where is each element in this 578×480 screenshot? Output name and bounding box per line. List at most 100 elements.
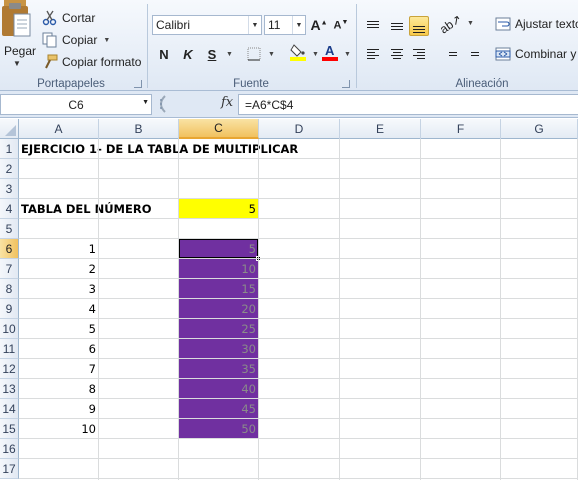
row-header-14[interactable]: 14: [0, 399, 19, 419]
chevron-down-icon[interactable]: ▼: [268, 51, 275, 58]
chevron-down-icon[interactable]: ▼: [226, 51, 233, 58]
row-header-11[interactable]: 11: [0, 339, 19, 359]
row-header-17[interactable]: 17: [0, 459, 19, 479]
column-header-e[interactable]: E: [340, 119, 421, 139]
resize-handle-icon[interactable]: [155, 94, 169, 114]
row-header-8[interactable]: 8: [0, 279, 19, 299]
format-painter-button[interactable]: Copiar formato: [42, 52, 141, 72]
align-center-icon: [391, 49, 403, 59]
spreadsheet-grid[interactable]: ABCDEFG 1 2 3 4 5 6 7 8 9 10 11 12 13 14 15 16 17 EJERCI…: [0, 119, 578, 480]
dialog-launcher-icon[interactable]: [342, 80, 350, 88]
chevron-down-icon[interactable]: ▼: [13, 59, 21, 68]
select-all-button[interactable]: [0, 119, 19, 139]
dialog-launcher-icon[interactable]: [134, 80, 142, 88]
gridline: [420, 139, 421, 480]
cell-a10[interactable]: 5: [19, 319, 98, 338]
ribbon: Pegar ▼ Cortar Copiar ▼ Copiar formato P…: [0, 0, 578, 91]
cell-c15[interactable]: 50: [179, 419, 258, 439]
column-header-c[interactable]: C: [179, 119, 259, 139]
gridline: [19, 378, 578, 379]
cell-c9[interactable]: 20: [179, 299, 258, 319]
merge-center-button[interactable]: Combinar y c: [495, 44, 578, 64]
cell-a6[interactable]: 1: [19, 239, 98, 258]
cell-c11[interactable]: 30: [179, 339, 258, 359]
chevron-down-icon[interactable]: ▼: [142, 99, 149, 106]
row-header-7[interactable]: 7: [0, 259, 19, 279]
font-color-button[interactable]: A: [320, 42, 340, 62]
row-header-15[interactable]: 15: [0, 419, 19, 439]
chevron-down-icon[interactable]: ▼: [103, 37, 110, 44]
name-box[interactable]: C6 ▼: [0, 94, 152, 115]
orientation-button[interactable]: ab↗: [437, 12, 464, 37]
row-header-4[interactable]: 4: [0, 199, 19, 219]
underline-button[interactable]: S: [202, 44, 222, 64]
increase-indent-icon: [467, 49, 479, 59]
chevron-down-icon[interactable]: ▼: [312, 51, 319, 58]
alignment-group-label: Alineación: [455, 78, 509, 90]
row-header-6[interactable]: 6: [0, 239, 19, 259]
row-header-3[interactable]: 3: [0, 179, 19, 199]
chevron-down-icon[interactable]: ▼: [292, 16, 305, 34]
cell-a15[interactable]: 10: [19, 419, 98, 438]
align-center-button[interactable]: [387, 44, 407, 64]
cell-c6[interactable]: 5: [179, 239, 258, 259]
cell-c8[interactable]: 15: [179, 279, 258, 299]
cell-c7[interactable]: 10: [179, 259, 258, 279]
cell-a8[interactable]: 3: [19, 279, 98, 298]
borders-button[interactable]: [244, 44, 264, 64]
cut-button[interactable]: Cortar: [42, 8, 95, 28]
row-header-13[interactable]: 13: [0, 379, 19, 399]
scissors-icon: [42, 10, 57, 26]
row-header-16[interactable]: 16: [0, 439, 19, 459]
fill-color-button[interactable]: [288, 42, 308, 62]
column-header-b[interactable]: B: [99, 119, 179, 139]
cell-c13[interactable]: 40: [179, 379, 258, 399]
shrink-font-button[interactable]: A▼: [331, 15, 351, 35]
cell-c10[interactable]: 25: [179, 319, 258, 339]
row-header-12[interactable]: 12: [0, 359, 19, 379]
align-left-button[interactable]: [363, 44, 383, 64]
row-header-9[interactable]: 9: [0, 299, 19, 319]
cell-a4-label[interactable]: TABLA DEL NÚMERO: [19, 199, 153, 218]
paste-button[interactable]: Pegar ▼: [0, 0, 36, 72]
align-right-button[interactable]: [409, 44, 429, 64]
chevron-down-icon[interactable]: ▼: [467, 20, 474, 27]
wrap-text-button[interactable]: Ajustar texto: [495, 14, 578, 34]
font-name-select[interactable]: Calibri ▼: [152, 15, 262, 35]
align-top-button[interactable]: [363, 14, 383, 34]
cell-a14[interactable]: 9: [19, 399, 98, 418]
cell-a11[interactable]: 6: [19, 339, 98, 358]
cell-a7[interactable]: 2: [19, 259, 98, 278]
cell-c14[interactable]: 45: [179, 399, 258, 419]
chevron-down-icon[interactable]: ▼: [248, 16, 261, 34]
align-bottom-button[interactable]: [409, 16, 429, 36]
cell-a12[interactable]: 7: [19, 359, 98, 378]
italic-button[interactable]: K: [178, 44, 198, 64]
insert-function-button[interactable]: fx: [221, 95, 233, 110]
merge-cells-icon: [495, 47, 511, 61]
grow-font-button[interactable]: A▲: [309, 15, 329, 35]
row-header-5[interactable]: 5: [0, 219, 19, 239]
bold-button[interactable]: N: [154, 44, 174, 64]
gridline: [19, 338, 578, 339]
cell-c4-number[interactable]: 5: [179, 199, 258, 218]
gridline: [178, 139, 179, 480]
gridline: [500, 139, 501, 480]
cell-a13[interactable]: 8: [19, 379, 98, 398]
column-header-d[interactable]: D: [259, 119, 340, 139]
row-header-2[interactable]: 2: [0, 159, 19, 179]
row-header-10[interactable]: 10: [0, 319, 19, 339]
column-header-a[interactable]: A: [19, 119, 99, 139]
cell-a9[interactable]: 4: [19, 299, 98, 318]
increase-indent-button[interactable]: [463, 44, 483, 64]
copy-button[interactable]: Copiar ▼: [42, 30, 110, 50]
formula-input[interactable]: =A6*C$4: [238, 94, 578, 115]
font-size-select[interactable]: 11 ▼: [264, 15, 306, 35]
align-middle-button[interactable]: [387, 16, 407, 36]
chevron-down-icon[interactable]: ▼: [344, 51, 351, 58]
decrease-indent-button[interactable]: [441, 44, 461, 64]
column-header-f[interactable]: F: [421, 119, 501, 139]
column-header-g[interactable]: G: [501, 119, 578, 139]
cell-c12[interactable]: 35: [179, 359, 258, 379]
row-header-1[interactable]: 1: [0, 139, 19, 159]
